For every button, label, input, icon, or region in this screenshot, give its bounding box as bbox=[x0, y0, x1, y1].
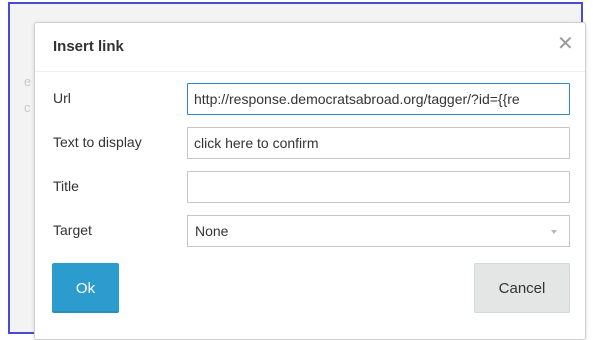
target-label: Target bbox=[53, 222, 92, 238]
text-to-display-input[interactable] bbox=[187, 127, 570, 159]
text-to-display-label: Text to display bbox=[53, 134, 142, 150]
chevron-down-icon bbox=[551, 230, 557, 234]
cancel-button[interactable]: Cancel bbox=[474, 263, 570, 313]
target-select[interactable]: None bbox=[187, 215, 570, 247]
target-selected-value: None bbox=[195, 223, 229, 239]
url-label: Url bbox=[53, 90, 71, 106]
title-label: Title bbox=[53, 178, 79, 194]
background-text-fragment: e bbox=[24, 74, 32, 89]
insert-link-dialog: Insert link ✕ Url Text to display Title … bbox=[34, 22, 586, 340]
background-text-fragment: c bbox=[24, 100, 31, 115]
divider bbox=[35, 71, 585, 72]
dialog-title: Insert link bbox=[53, 38, 124, 55]
url-input[interactable] bbox=[187, 83, 570, 115]
close-icon[interactable]: ✕ bbox=[557, 34, 574, 54]
title-input[interactable] bbox=[187, 171, 570, 203]
ok-button[interactable]: Ok bbox=[52, 263, 119, 313]
